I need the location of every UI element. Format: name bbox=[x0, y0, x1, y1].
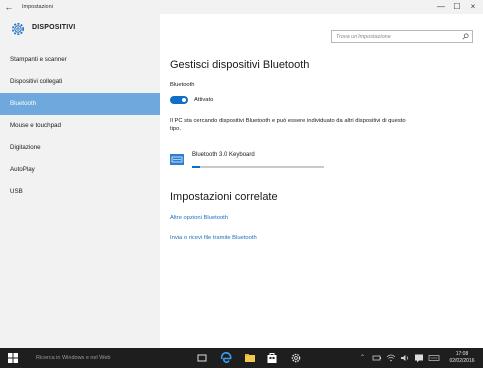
search-box bbox=[331, 30, 473, 43]
window-controls: — ☐ × bbox=[433, 0, 481, 14]
volume-icon[interactable] bbox=[400, 352, 410, 364]
bluetooth-label: Bluetooth bbox=[170, 82, 195, 88]
sidebar: Stampanti e scanner Dispositivi collegat… bbox=[0, 44, 160, 348]
pairing-progress-fill bbox=[192, 166, 200, 168]
toggle-state-label: Attivato bbox=[194, 97, 214, 103]
pairing-progress bbox=[192, 166, 324, 168]
clock-time: 17:08 bbox=[455, 351, 469, 357]
taskbar-clock[interactable]: 17:08 02/02/2016 bbox=[447, 351, 477, 365]
page-title: DISPOSITIVI bbox=[32, 24, 76, 31]
sidebar-item-usb[interactable]: USB bbox=[0, 181, 160, 203]
sidebar-item-bluetooth[interactable]: Bluetooth bbox=[0, 93, 160, 115]
chevron-up-icon[interactable]: ⌃ bbox=[360, 348, 365, 368]
sidebar-item-autoplay[interactable]: AutoPlay bbox=[0, 159, 160, 181]
task-view-icon[interactable] bbox=[196, 352, 208, 364]
section-title-bluetooth: Gestisci dispositivi Bluetooth bbox=[170, 59, 310, 71]
file-explorer-icon[interactable] bbox=[244, 352, 256, 364]
sidebar-item-dispositivi-collegati[interactable]: Dispositivi collegati bbox=[0, 71, 160, 93]
taskbar-search[interactable]: Ricerca in Windows e nel Web bbox=[28, 348, 188, 368]
edge-icon[interactable] bbox=[220, 352, 232, 364]
header-search-area bbox=[160, 14, 483, 44]
battery-icon[interactable] bbox=[372, 352, 382, 364]
bluetooth-toggle[interactable] bbox=[170, 96, 188, 104]
device-item[interactable]: Bluetooth 3.0 Keyboard bbox=[170, 150, 330, 172]
maximize-button[interactable]: ☐ bbox=[449, 0, 465, 14]
search-input[interactable] bbox=[332, 31, 460, 42]
window-title: Impostazioni bbox=[22, 4, 53, 10]
sidebar-item-stampanti[interactable]: Stampanti e scanner bbox=[0, 49, 160, 71]
settings-header: DISPOSITIVI bbox=[0, 14, 160, 44]
gear-icon bbox=[12, 23, 24, 35]
taskbar: Ricerca in Windows e nel Web ⌃ 17:08 02/… bbox=[0, 348, 483, 368]
section-title-related: Impostazioni correlate bbox=[170, 191, 278, 203]
settings-icon[interactable] bbox=[290, 352, 302, 364]
toggle-knob bbox=[182, 98, 186, 102]
sidebar-item-mouse-touchpad[interactable]: Mouse e touchpad bbox=[0, 115, 160, 137]
link-invia-ricevi-file[interactable]: Invia o ricevi file tramite Bluetooth bbox=[170, 235, 257, 241]
close-button[interactable]: × bbox=[465, 0, 481, 14]
action-center-icon[interactable] bbox=[414, 352, 424, 364]
minimize-button[interactable]: — bbox=[433, 0, 449, 14]
link-altre-opzioni-bluetooth[interactable]: Altre opzioni Bluetooth bbox=[170, 215, 228, 221]
network-icon[interactable] bbox=[386, 352, 396, 364]
keyboard-icon bbox=[170, 154, 184, 165]
clock-date: 02/02/2016 bbox=[449, 358, 475, 364]
device-name: Bluetooth 3.0 Keyboard bbox=[192, 152, 255, 158]
sidebar-item-digitazione[interactable]: Digitazione bbox=[0, 137, 160, 159]
back-button[interactable]: ← bbox=[0, 0, 18, 14]
search-icon[interactable] bbox=[462, 33, 469, 40]
keyboard-icon[interactable] bbox=[428, 352, 440, 364]
windows-start-icon[interactable] bbox=[8, 353, 18, 363]
title-bar: ← Impostazioni — ☐ × bbox=[0, 0, 483, 14]
bluetooth-description: Il PC sta cercando dispositivi Bluetooth… bbox=[170, 118, 406, 132]
store-icon[interactable] bbox=[266, 352, 278, 364]
